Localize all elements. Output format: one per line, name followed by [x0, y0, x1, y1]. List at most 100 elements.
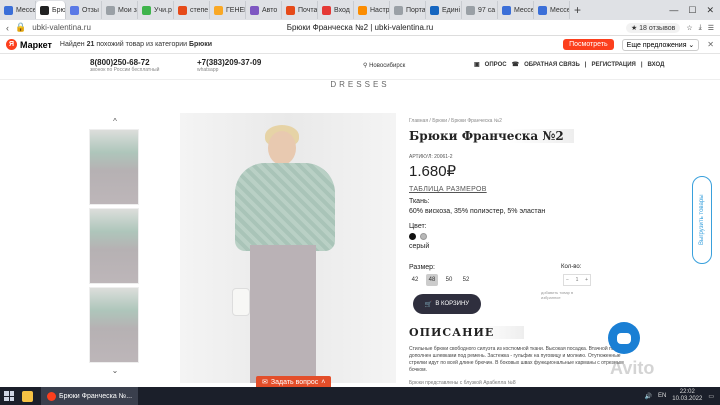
- browser-tab[interactable]: Брю: [36, 1, 66, 19]
- description-extra: Брюки представлены с блузкой Арабелла №8: [409, 380, 516, 386]
- size-option[interactable]: 48: [426, 274, 438, 286]
- link-register[interactable]: РЕГИСТРАЦИЯ: [591, 62, 635, 68]
- qty-label: Кол-во:: [561, 264, 582, 270]
- browser-tab[interactable]: Мессе: [498, 1, 534, 19]
- size-table-link[interactable]: ТАБЛИЦА РАЗМЕРОВ: [409, 186, 709, 193]
- browser-tab[interactable]: Мои з: [102, 1, 138, 19]
- browser-tab[interactable]: Авто: [246, 1, 282, 19]
- language-indicator[interactable]: EN: [658, 393, 666, 399]
- link-survey[interactable]: ОПРОС: [485, 62, 507, 68]
- market-logo[interactable]: Я Маркет: [6, 39, 52, 50]
- thumbnail-3[interactable]: [89, 287, 139, 363]
- export-goods-label: Выгрузить товары: [699, 194, 705, 246]
- phone-free-number[interactable]: 8(800)250-68-72: [90, 58, 150, 67]
- market-message-category: Брюки: [189, 41, 213, 48]
- browser-tab[interactable]: 97 са: [462, 1, 498, 19]
- download-icon[interactable]: ⤓: [699, 24, 702, 32]
- feedback-icon: ☎: [511, 62, 520, 68]
- tab-favicon-icon: [40, 5, 49, 15]
- browser-tab[interactable]: Мессе: [534, 1, 570, 19]
- market-message: Найден 21 похожий товар из категории Брю…: [60, 41, 212, 48]
- more-offers-dropdown[interactable]: Еще предложения ⌄: [621, 38, 700, 51]
- market-watch-button[interactable]: Посмотреть: [563, 39, 614, 50]
- taskbar-browser-app[interactable]: Брюки Франческа №...: [41, 387, 139, 405]
- page-title-display: Брюки Франческа №2 | ubki-valentina.ru: [286, 23, 434, 32]
- gallery-down-arrow-icon[interactable]: ⌄: [89, 366, 141, 375]
- browser-tab[interactable]: Вход: [318, 1, 354, 19]
- tab-label: Мои з: [118, 6, 137, 14]
- browser-tab[interactable]: Мессе: [0, 1, 36, 19]
- tab-favicon-icon: [250, 5, 259, 15]
- color-swatch[interactable]: [409, 233, 416, 240]
- brand-name: DRESSES: [330, 80, 390, 89]
- tab-favicon-icon: [358, 5, 367, 15]
- minimize-icon[interactable]: —: [669, 5, 678, 16]
- tab-favicon-icon: [502, 5, 511, 15]
- quantity-stepper[interactable]: − 1 +: [563, 274, 591, 286]
- back-arrow-icon[interactable]: ‹: [6, 23, 9, 33]
- menu-icon[interactable]: ☰: [708, 24, 714, 32]
- browser-tab[interactable]: степе: [174, 1, 210, 19]
- chat-bubble-icon: ✉: [262, 379, 268, 386]
- add-to-cart-button[interactable]: 🛒 В КОРЗИНУ: [413, 294, 481, 314]
- notifications-icon[interactable]: ▭: [708, 393, 714, 400]
- product-article: АРТИКУЛ: 20061-2: [409, 154, 453, 160]
- qty-value[interactable]: 1: [576, 277, 579, 283]
- url-field[interactable]: ubki-valentina.ru: [32, 23, 91, 32]
- tab-favicon-icon: [142, 5, 151, 15]
- tab-favicon-icon: [466, 5, 475, 15]
- city-name[interactable]: Новосибирск: [369, 63, 405, 69]
- maximize-icon[interactable]: ☐: [688, 5, 696, 16]
- gallery-up-arrow-icon[interactable]: ^: [89, 117, 141, 126]
- size-option[interactable]: 42: [409, 274, 421, 286]
- link-feedback[interactable]: ОБРАТНАЯ СВЯЗЬ: [524, 62, 580, 68]
- reviews-badge[interactable]: ★ 18 отзывов: [625, 22, 681, 33]
- tab-label: Почта: [298, 6, 318, 14]
- browser-tab[interactable]: Отзы: [66, 1, 102, 19]
- tab-favicon-icon: [394, 5, 403, 15]
- main-product-photo[interactable]: [180, 113, 396, 383]
- city-selector[interactable]: ⚲ Новосибирск: [363, 62, 405, 69]
- bookmark-icon[interactable]: ☆: [686, 24, 692, 32]
- volume-icon[interactable]: 🔊: [644, 393, 651, 400]
- breadcrumb[interactable]: Главная / Брюки / Брюки Франческа №2: [409, 118, 709, 124]
- new-tab-button[interactable]: +: [570, 3, 585, 17]
- qty-plus[interactable]: +: [585, 277, 588, 283]
- browser-tab[interactable]: Учи.р: [138, 1, 174, 19]
- chat-widget-button[interactable]: [608, 322, 640, 354]
- thumbnail-1[interactable]: [89, 129, 139, 205]
- color-swatch[interactable]: [420, 233, 427, 240]
- link-login[interactable]: ВХОД: [648, 62, 665, 68]
- file-explorer-icon[interactable]: [22, 390, 33, 402]
- tab-label: Мессе: [514, 6, 534, 14]
- tab-label: степе: [190, 6, 209, 14]
- thumbnail-gallery: ^ ⌄: [89, 117, 141, 375]
- browser-tab[interactable]: Порта: [390, 1, 426, 19]
- description-heading: ОПИСАНИЕ: [409, 326, 525, 339]
- export-goods-button[interactable]: Выгрузить товары: [692, 176, 712, 264]
- clock-date: 10.03.2022: [672, 396, 703, 402]
- size-option[interactable]: 52: [460, 274, 472, 286]
- thumbnail-2[interactable]: [89, 208, 139, 284]
- clock[interactable]: 22:02 10.03.2022: [672, 389, 702, 403]
- close-window-icon[interactable]: ✕: [706, 5, 714, 16]
- lock-icon[interactable]: 🔒: [15, 22, 26, 33]
- browser-tab[interactable]: Едині: [426, 1, 462, 19]
- phone-free[interactable]: 8(800)250-68-72 звонок по России бесплат…: [90, 58, 159, 73]
- phone-whatsapp-number[interactable]: +7(383)209-37-09: [197, 58, 261, 67]
- add-to-cart-label: В КОРЗИНУ: [435, 301, 470, 307]
- browser-tab[interactable]: ГЕНЕР: [210, 1, 246, 19]
- phone-whatsapp-caption: whatsapp: [197, 67, 219, 73]
- tab-favicon-icon: [70, 5, 79, 15]
- phone-whatsapp[interactable]: +7(383)209-37-09 whatsapp: [197, 58, 261, 73]
- size-option[interactable]: 50: [443, 274, 455, 286]
- windows-start-icon[interactable]: [4, 391, 14, 401]
- tab-label: Мессе: [550, 6, 570, 14]
- browser-tab[interactable]: Почта: [282, 1, 318, 19]
- favorite-hint[interactable]: добавить товар в избранное: [541, 290, 591, 300]
- qty-minus[interactable]: −: [566, 277, 569, 283]
- market-close-icon[interactable]: ✕: [707, 40, 714, 49]
- browser-tab[interactable]: Настр: [354, 1, 390, 19]
- product-info: Главная / Брюки / Брюки Франческа №2 Брю…: [409, 118, 709, 386]
- tab-favicon-icon: [214, 5, 223, 15]
